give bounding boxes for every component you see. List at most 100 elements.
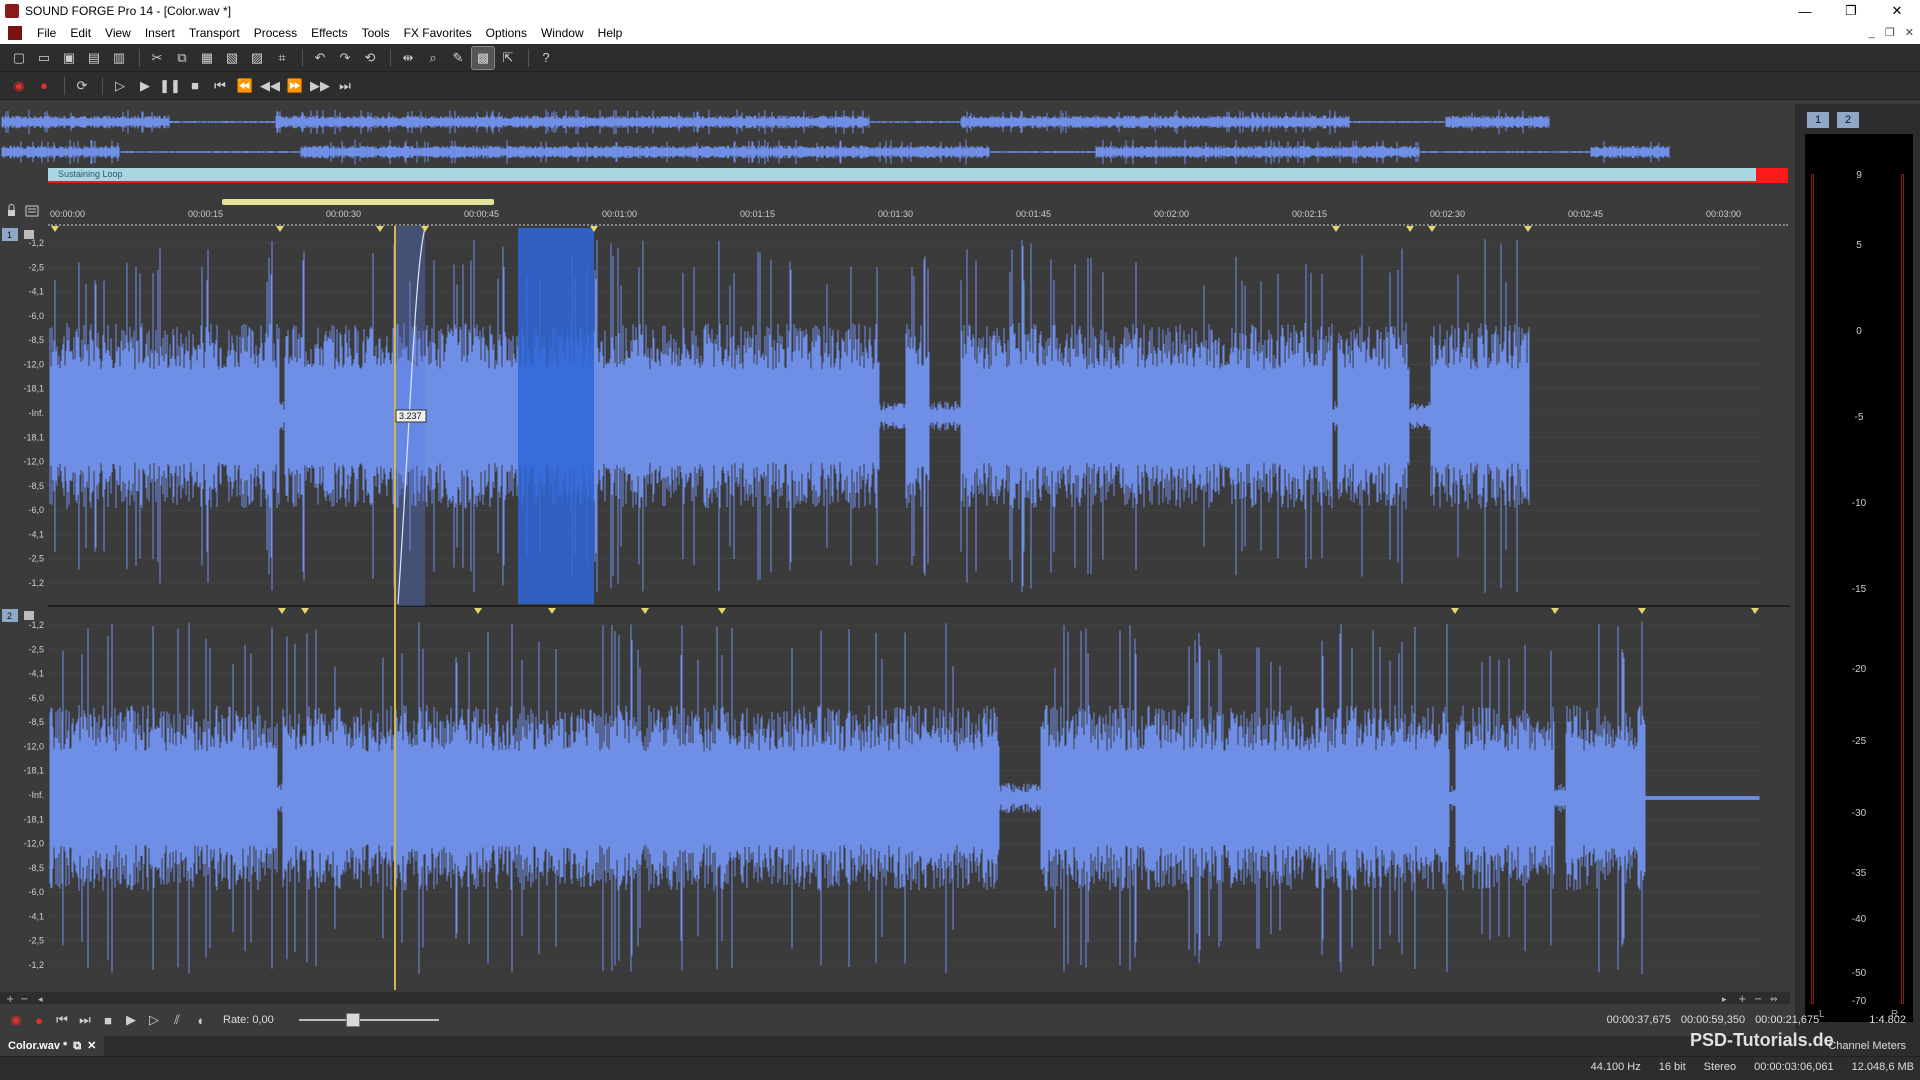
lock-icon[interactable]: [8, 204, 15, 216]
menu-help[interactable]: Help: [591, 22, 630, 44]
meter-scale-label: -50: [1851, 968, 1867, 979]
play-icon[interactable]: ▶: [134, 75, 156, 97]
meter-tab-2[interactable]: 2: [1837, 112, 1859, 128]
scroll-left-icon[interactable]: ◂: [38, 995, 43, 1005]
selection-length[interactable]: 00:00:21,675: [1755, 1014, 1819, 1026]
go-to-end-icon[interactable]: ⏭: [75, 1009, 95, 1031]
speaker-icon[interactable]: ◖: [190, 1009, 210, 1031]
time-ruler[interactable]: 00:00:00 00:00:15 00:00:30 00:00:45 00:0…: [48, 199, 1788, 226]
go-to-end-icon[interactable]: ⏭: [334, 75, 356, 97]
zoom-out-icon[interactable]: −: [20, 994, 28, 1005]
menu-file[interactable]: File: [30, 22, 63, 44]
menu-tools[interactable]: Tools: [355, 22, 397, 44]
go-to-start-icon[interactable]: ⏮: [52, 1009, 72, 1031]
help-icon[interactable]: ?: [535, 47, 557, 69]
save-as-icon[interactable]: ▤: [83, 47, 105, 69]
edit-tool-icon[interactable]: ⇹: [397, 47, 419, 69]
selection-start[interactable]: 00:00:37,675: [1607, 1014, 1671, 1026]
record-icon[interactable]: ●: [29, 1009, 49, 1031]
pencil-tool-icon[interactable]: ✎: [447, 47, 469, 69]
time-zoom-out-icon[interactable]: −: [1754, 994, 1762, 1005]
float-icon[interactable]: ⧉: [73, 1036, 81, 1056]
menu-transport[interactable]: Transport: [182, 22, 247, 44]
open-folder-icon[interactable]: ▭: [33, 47, 55, 69]
envelope-tool-icon[interactable]: ▩: [471, 45, 495, 70]
rate-slider-thumb[interactable]: [345, 1013, 360, 1027]
selection-range-bar[interactable]: [222, 199, 494, 205]
minimize-button[interactable]: —: [1782, 0, 1828, 22]
channel-2-db-label: -Inf.: [28, 790, 44, 800]
mix-icon[interactable]: ▧: [221, 47, 243, 69]
magnify-tool-icon[interactable]: ⌕: [422, 47, 444, 69]
undo-icon[interactable]: ↶: [309, 47, 331, 69]
loop-region-bar[interactable]: Sustaining Loop: [48, 168, 1788, 183]
scroll-right-icon[interactable]: ▸: [1722, 995, 1727, 1005]
close-button[interactable]: ✕: [1874, 0, 1920, 22]
tab-close-icon[interactable]: ✕: [87, 1036, 96, 1056]
ruler-tick: 00:02:30: [1430, 209, 1466, 219]
stop-icon[interactable]: ■: [98, 1009, 118, 1031]
waveform-canvas[interactable]: 1 2 -1,2 -2,5 -4,1 -6,0 -8,5 -12,0 -18,1 -Inf. -…: [0, 226, 1790, 994]
rewind-icon[interactable]: ⏪: [234, 75, 256, 97]
save-all-icon[interactable]: ▥: [108, 47, 130, 69]
loop-end-marker[interactable]: [1756, 168, 1788, 183]
paste-special-icon[interactable]: ▨: [246, 47, 268, 69]
scrub-icon[interactable]: ⫽: [167, 1009, 187, 1031]
forward-fast-icon[interactable]: ▶▶: [309, 75, 331, 97]
crop-icon[interactable]: ⌗: [271, 47, 293, 69]
mdi-minimize-button[interactable]: _: [1869, 22, 1875, 44]
menu-edit[interactable]: Edit: [63, 22, 98, 44]
channel-2-collapse-icon[interactable]: [24, 611, 34, 620]
play-icon[interactable]: ▶: [121, 1009, 141, 1031]
document-icon[interactable]: [8, 26, 22, 40]
waveform-view[interactable]: 1 2 -1,2 -2,5 -4,1 -6,0 -8,5 -12,0 -18,1 -Inf. -…: [0, 226, 1790, 994]
rate-slider[interactable]: [299, 1013, 439, 1027]
cut-icon[interactable]: ✂: [146, 47, 168, 69]
overview-bar[interactable]: [0, 104, 1790, 168]
status-sample-rate[interactable]: 44.100 Hz: [1591, 1061, 1641, 1073]
mdi-close-button[interactable]: ✕: [1905, 22, 1914, 44]
event-tool-icon[interactable]: ⇱: [497, 47, 519, 69]
maximize-button[interactable]: ❐: [1828, 0, 1874, 22]
redo-icon[interactable]: ↷: [334, 47, 356, 69]
menu-insert[interactable]: Insert: [138, 22, 182, 44]
meter-tab-1[interactable]: 1: [1807, 112, 1829, 128]
stop-icon[interactable]: ■: [184, 75, 206, 97]
go-to-start-icon[interactable]: ⏮: [209, 75, 231, 97]
menu-options[interactable]: Options: [479, 22, 534, 44]
repeat-icon[interactable]: ⟲: [359, 47, 381, 69]
record-icon[interactable]: ●: [33, 75, 55, 97]
save-icon[interactable]: ▣: [58, 47, 80, 69]
channel-1-db-label: -4,1: [28, 529, 44, 539]
document-tab-label: Color.wav *: [8, 1040, 68, 1052]
loop-icon[interactable]: ⟳: [71, 75, 93, 97]
paste-icon[interactable]: ▦: [196, 47, 218, 69]
zoom-in-icon[interactable]: +: [6, 994, 14, 1005]
ruler-options-icon[interactable]: [25, 205, 39, 217]
forward-icon[interactable]: ⏩: [284, 75, 306, 97]
selection-end[interactable]: 00:00:59,350: [1681, 1014, 1745, 1026]
mdi-restore-button[interactable]: ❐: [1885, 22, 1895, 44]
status-bit-depth[interactable]: 16 bit: [1659, 1061, 1686, 1073]
selection-region[interactable]: [518, 228, 594, 604]
menu-fx-favorites[interactable]: FX Favorites: [397, 22, 479, 44]
menu-view[interactable]: View: [98, 22, 138, 44]
rewind-fast-icon[interactable]: ◀◀: [259, 75, 281, 97]
menu-process[interactable]: Process: [247, 22, 304, 44]
pause-icon[interactable]: ❚❚: [159, 75, 181, 97]
play-plugin-icon[interactable]: ▷: [144, 1009, 164, 1031]
copy-icon[interactable]: ⧉: [171, 47, 193, 69]
menu-effects[interactable]: Effects: [304, 22, 354, 44]
menu-window[interactable]: Window: [534, 22, 591, 44]
document-tab[interactable]: Color.wav * ⧉ ✕: [0, 1036, 105, 1056]
channel-meters-label[interactable]: Channel Meters: [1828, 1040, 1906, 1052]
zoom-ratio[interactable]: 1:4.802: [1869, 1014, 1906, 1026]
new-file-icon[interactable]: ▢: [8, 47, 30, 69]
zoom-fit-icon[interactable]: ⇔: [1770, 995, 1778, 1005]
horizontal-scrollbar[interactable]: + − ◂ ▸ + − ⇔: [0, 992, 1790, 1005]
status-channels[interactable]: Stereo: [1704, 1061, 1736, 1073]
record-arm-icon[interactable]: ◉: [8, 75, 30, 97]
play-all-icon[interactable]: ▷: [109, 75, 131, 97]
time-zoom-in-icon[interactable]: +: [1738, 994, 1746, 1005]
record-arm-icon[interactable]: ◉: [6, 1009, 26, 1031]
